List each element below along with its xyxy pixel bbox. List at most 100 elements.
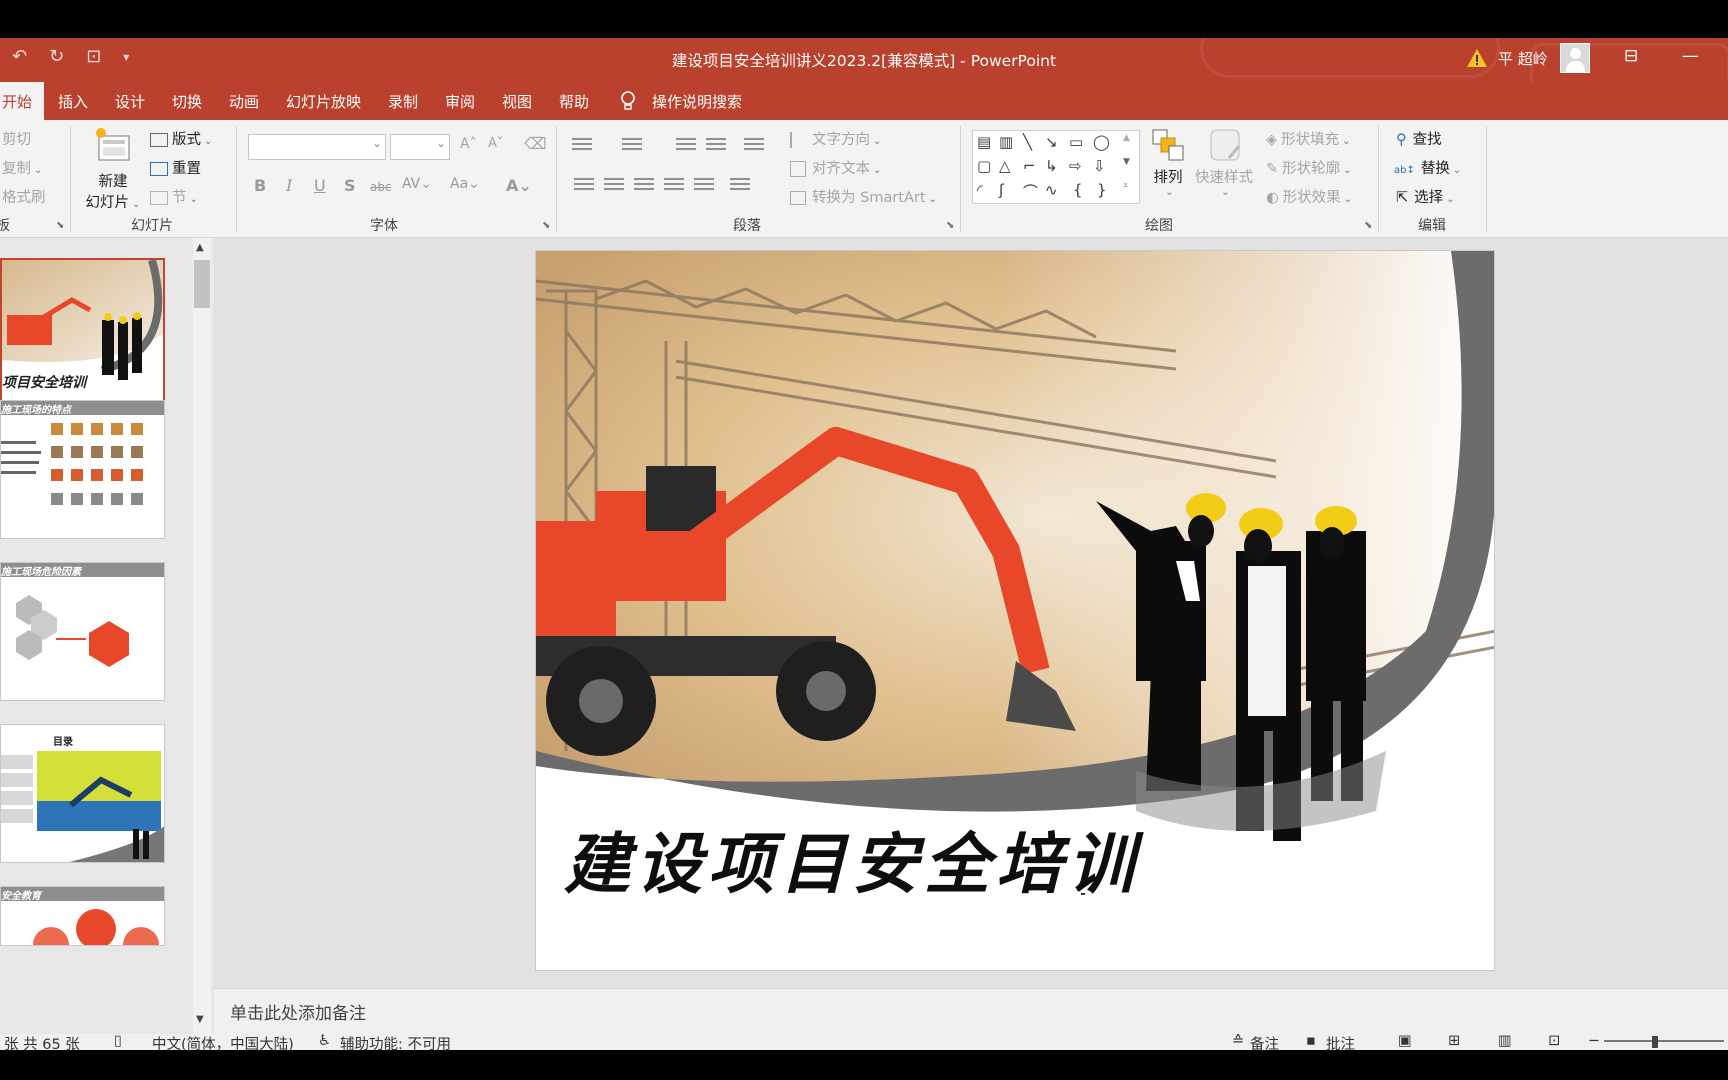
left-brace-shape-icon[interactable]: {: [1073, 181, 1083, 199]
rectangle-shape-icon[interactable]: ▭: [1069, 133, 1083, 151]
find-button[interactable]: ⚲ 查找: [1396, 128, 1442, 149]
scroll-down-icon[interactable]: ▼: [196, 1014, 204, 1025]
bold-icon[interactable]: B: [254, 176, 266, 195]
layout-button[interactable]: 版式 ⌄: [150, 128, 212, 149]
tab-insert[interactable]: 插入: [58, 91, 88, 112]
freeform-shape-icon[interactable]: ◜: [977, 181, 983, 199]
ribbon-display-options-icon[interactable]: ⊟: [1624, 46, 1638, 66]
down-arrow-shape-icon[interactable]: ⇩: [1093, 157, 1106, 175]
tab-view[interactable]: 视图: [502, 91, 532, 112]
quick-styles-button[interactable]: 快速样式 ⌄: [1194, 128, 1254, 198]
zoom-slider-thumb[interactable]: [1652, 1036, 1658, 1048]
decrease-font-icon[interactable]: A˅: [488, 136, 503, 151]
drawing-dialog-launcher-icon[interactable]: ⬊: [1364, 220, 1372, 231]
shape-fill-button[interactable]: ◈ 形状填充 ⌄: [1266, 128, 1351, 149]
tab-slideshow[interactable]: 幻灯片放映: [286, 91, 361, 112]
zoom-slider[interactable]: [1604, 1040, 1724, 1042]
underline-icon[interactable]: U: [314, 176, 326, 195]
tab-animations[interactable]: 动画: [229, 91, 259, 112]
accessibility-status[interactable]: 辅助功能: 不可用: [340, 1034, 451, 1050]
scribble-shape-icon[interactable]: ʃ: [999, 181, 1004, 199]
columns-icon[interactable]: [730, 178, 750, 194]
tell-me-search[interactable]: 操作说明搜索: [652, 91, 742, 112]
clear-formatting-icon[interactable]: ⌫: [524, 134, 547, 153]
reading-view-icon[interactable]: ▥: [1498, 1034, 1512, 1049]
tab-design[interactable]: 设计: [115, 91, 145, 112]
slide-thumbnail-2[interactable]: 施工现场的特点: [0, 400, 165, 539]
select-button[interactable]: ⇱ 选择 ⌄: [1396, 186, 1455, 207]
numbering-icon[interactable]: [622, 138, 642, 154]
notes-placeholder[interactable]: 单击此处添加备注: [230, 999, 366, 1024]
distributed-icon[interactable]: [694, 178, 714, 194]
slide-sorter-icon[interactable]: ⊞: [1448, 1034, 1460, 1049]
new-slide-button[interactable]: 新建 幻灯片 ⌄: [82, 126, 144, 212]
gallery-more-icon[interactable]: ⩡: [1123, 181, 1128, 191]
vertical-textbox-shape-icon[interactable]: ▥: [999, 133, 1013, 151]
cut-button[interactable]: 剪切: [2, 128, 31, 149]
textbox-shape-icon[interactable]: ▤: [977, 133, 991, 151]
comments-button[interactable]: 批注: [1326, 1034, 1355, 1050]
current-slide[interactable]: 建设项目安全培训: [535, 250, 1495, 971]
text-shadow-icon[interactable]: S: [344, 176, 356, 195]
slide-thumbnail-3[interactable]: 施工现场危险因素: [0, 562, 165, 701]
gallery-scroll-down-icon[interactable]: ▼: [1123, 157, 1130, 167]
format-painter-button[interactable]: 格式刷: [2, 186, 46, 207]
line-shape-icon[interactable]: ╲: [1023, 133, 1032, 151]
tab-home[interactable]: 开始: [0, 82, 45, 120]
reset-button[interactable]: 重置: [150, 157, 201, 178]
arc-shape-icon[interactable]: ⌒: [1023, 181, 1038, 202]
triangle-shape-icon[interactable]: △: [999, 157, 1011, 175]
notes-pane[interactable]: 单击此处添加备注: [214, 988, 1728, 1034]
arrow-line-shape-icon[interactable]: ↘: [1045, 133, 1058, 151]
increase-indent-icon[interactable]: [706, 138, 726, 154]
tab-transitions[interactable]: 切换: [172, 91, 202, 112]
font-size-combo[interactable]: [390, 134, 450, 160]
align-right-icon[interactable]: [634, 178, 654, 194]
spelling-icon[interactable]: ▯: [114, 1034, 122, 1049]
shape-outline-button[interactable]: ✎ 形状轮廓 ⌄: [1266, 157, 1352, 178]
font-dialog-launcher-icon[interactable]: ⬊: [542, 220, 550, 231]
slideshow-view-icon[interactable]: ⊡: [1548, 1034, 1560, 1049]
paragraph-dialog-launcher-icon[interactable]: ⬊: [946, 220, 954, 231]
increase-font-icon[interactable]: A˄: [460, 136, 477, 152]
accessibility-icon[interactable]: ♿: [318, 1034, 331, 1049]
font-color-icon[interactable]: A⌄: [506, 176, 532, 195]
rounded-rect-shape-icon[interactable]: ▢: [977, 157, 991, 175]
arrange-button[interactable]: 排列 ⌄: [1148, 128, 1188, 198]
slide-title[interactable]: 建设项目安全培训: [564, 811, 1140, 907]
decrease-indent-icon[interactable]: [676, 138, 696, 154]
tab-record[interactable]: 录制: [388, 91, 418, 112]
minimize-icon[interactable]: —: [1682, 46, 1699, 66]
tab-help[interactable]: 帮助: [559, 91, 589, 112]
dialog-launcher-icon[interactable]: ⬊: [56, 220, 64, 231]
scrollbar-thumb[interactable]: [194, 260, 210, 308]
zoom-out-icon[interactable]: −: [1588, 1034, 1600, 1049]
right-brace-shape-icon[interactable]: }: [1097, 181, 1107, 199]
bullets-icon[interactable]: [572, 138, 592, 154]
shape-effects-button[interactable]: ◐ 形状效果 ⌄: [1266, 186, 1352, 207]
user-name[interactable]: 平 超岭: [1498, 48, 1548, 69]
slide-thumbnail-5[interactable]: 安全教育: [0, 886, 165, 946]
align-center-icon[interactable]: [604, 178, 624, 194]
line-spacing-icon[interactable]: [744, 138, 764, 154]
replace-button[interactable]: ab↕ 替换 ⌄: [1394, 157, 1461, 178]
justify-icon[interactable]: [664, 178, 684, 194]
tab-review[interactable]: 审阅: [445, 91, 475, 112]
gallery-scroll-up-icon[interactable]: ▲: [1123, 133, 1130, 143]
curve-shape-icon[interactable]: ∿: [1045, 181, 1058, 199]
normal-view-icon[interactable]: ▣: [1398, 1034, 1412, 1049]
thumbnails-scrollbar[interactable]: ▲ ▼: [190, 238, 214, 1034]
align-left-icon[interactable]: [574, 178, 594, 194]
slide-thumbnail-4[interactable]: 目录: [0, 724, 165, 863]
strikethrough-icon[interactable]: abc: [370, 180, 392, 194]
notes-toggle-icon[interactable]: ≙: [1232, 1034, 1244, 1049]
font-name-combo[interactable]: [248, 134, 386, 160]
language-status[interactable]: 中文(简体，中国大陆): [152, 1034, 294, 1050]
text-direction-button[interactable]: 文字方向 ⌄: [790, 128, 881, 149]
convert-smartart-button[interactable]: 转换为 SmartArt ⌄: [790, 186, 937, 207]
section-button[interactable]: 节 ⌄: [150, 186, 198, 207]
slide-thumbnail-1[interactable]: 项目安全培训: [0, 258, 165, 418]
elbow-connector-shape-icon[interactable]: ⌐: [1023, 157, 1036, 175]
change-case-icon[interactable]: Aa⌄: [450, 176, 480, 192]
right-arrow-shape-icon[interactable]: ⇨: [1069, 157, 1082, 175]
